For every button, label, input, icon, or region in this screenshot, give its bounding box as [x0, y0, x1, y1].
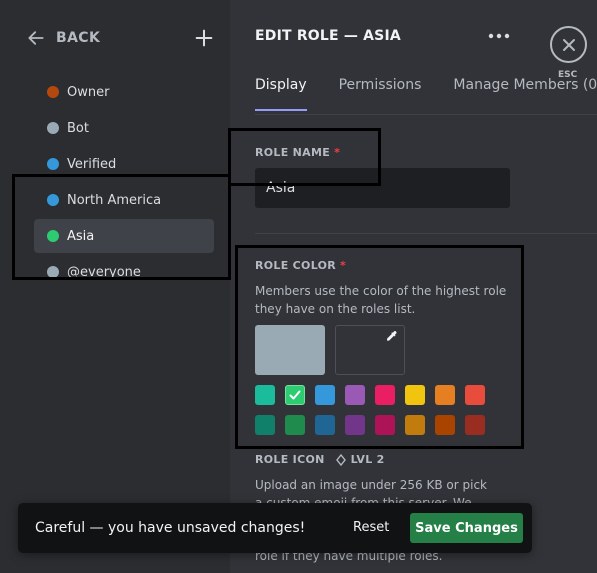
role-item-label: @everyone	[67, 264, 141, 280]
role-item-label: Verified	[67, 156, 117, 172]
boost-level-badge: LVL 2	[335, 453, 385, 466]
tab-bar: Display Permissions Manage Members (0)	[255, 77, 597, 111]
checkmark-icon	[289, 390, 301, 400]
color-swatch[interactable]	[405, 415, 425, 435]
role-name-label-text: ROLE NAME	[255, 146, 331, 159]
color-swatch[interactable]	[465, 385, 485, 405]
eyedropper-icon	[387, 331, 397, 341]
color-swatch[interactable]	[285, 415, 305, 435]
role-item-label: Asia	[67, 228, 95, 244]
color-swatch[interactable]	[315, 385, 335, 405]
reset-button[interactable]: Reset	[353, 520, 389, 535]
default-color-swatch[interactable]	[255, 325, 325, 375]
boost-level-text: LVL 2	[350, 453, 385, 466]
boost-gem-icon	[335, 453, 346, 466]
role-item-asia[interactable]: Asia	[34, 219, 214, 253]
more-options-icon[interactable]	[487, 29, 511, 43]
close-icon	[562, 38, 575, 51]
add-role-icon[interactable]	[193, 27, 215, 49]
close-button[interactable]	[550, 26, 587, 63]
tab-manage-members[interactable]: Manage Members (0)	[453, 77, 597, 111]
role-item-label: Bot	[67, 120, 89, 136]
tab-permissions[interactable]: Permissions	[339, 77, 422, 111]
role-item-owner[interactable]: Owner	[34, 75, 214, 109]
role-item-label: Owner	[67, 84, 110, 100]
unsaved-changes-text: Careful — you have unsaved changes!	[35, 520, 306, 536]
color-swatch[interactable]	[285, 385, 305, 405]
roles-sidebar: BACK Owner Bot Verified North America As…	[0, 0, 230, 573]
color-swatch[interactable]	[405, 385, 425, 405]
role-item-verified[interactable]: Verified	[34, 147, 214, 181]
role-item-label: North America	[67, 192, 162, 208]
role-color-dot	[47, 194, 59, 206]
required-marker: *	[340, 259, 347, 272]
section-divider	[255, 233, 597, 234]
back-button[interactable]: BACK	[26, 28, 100, 48]
color-swatch[interactable]	[435, 385, 455, 405]
role-name-label: ROLE NAME *	[255, 146, 340, 159]
role-color-dot	[47, 158, 59, 170]
tab-display[interactable]: Display	[255, 77, 307, 111]
color-swatch[interactable]	[375, 415, 395, 435]
role-color-description: Members use the color of the highest rol…	[255, 284, 507, 316]
role-name-input[interactable]	[255, 168, 510, 208]
color-swatch[interactable]	[375, 385, 395, 405]
back-label: BACK	[56, 30, 101, 46]
color-swatch[interactable]	[315, 415, 335, 435]
color-swatch[interactable]	[465, 415, 485, 435]
color-swatch[interactable]	[255, 385, 275, 405]
role-item-everyone[interactable]: @everyone	[34, 255, 214, 289]
color-swatch[interactable]	[435, 415, 455, 435]
color-swatch[interactable]	[345, 415, 365, 435]
role-color-dot	[47, 230, 59, 242]
arrow-left-icon	[28, 31, 44, 45]
role-item-bot[interactable]: Bot	[34, 111, 214, 145]
save-changes-button[interactable]: Save Changes	[410, 513, 523, 543]
role-item-north-america[interactable]: North America	[34, 183, 214, 217]
unsaved-changes-bar: Careful — you have unsaved changes! Rese…	[18, 503, 532, 553]
tab-divider	[255, 114, 597, 115]
color-swatch[interactable]	[255, 415, 275, 435]
color-palette	[255, 385, 485, 435]
role-color-label-text: ROLE COLOR	[255, 259, 337, 272]
page-title: EDIT ROLE — ASIA	[255, 28, 401, 44]
required-marker: *	[334, 146, 341, 159]
color-swatch[interactable]	[345, 385, 365, 405]
role-color-label: ROLE COLOR *	[255, 259, 346, 272]
role-icon-label: ROLE ICON LVL 2	[255, 453, 385, 466]
edit-role-panel: EDIT ROLE — ASIA ESC Display Permissions…	[230, 0, 597, 573]
role-color-dot	[47, 266, 59, 278]
role-color-dot	[47, 86, 59, 98]
custom-color-picker[interactable]	[335, 325, 405, 375]
role-color-dot	[47, 122, 59, 134]
role-icon-label-text: ROLE ICON	[255, 453, 325, 466]
